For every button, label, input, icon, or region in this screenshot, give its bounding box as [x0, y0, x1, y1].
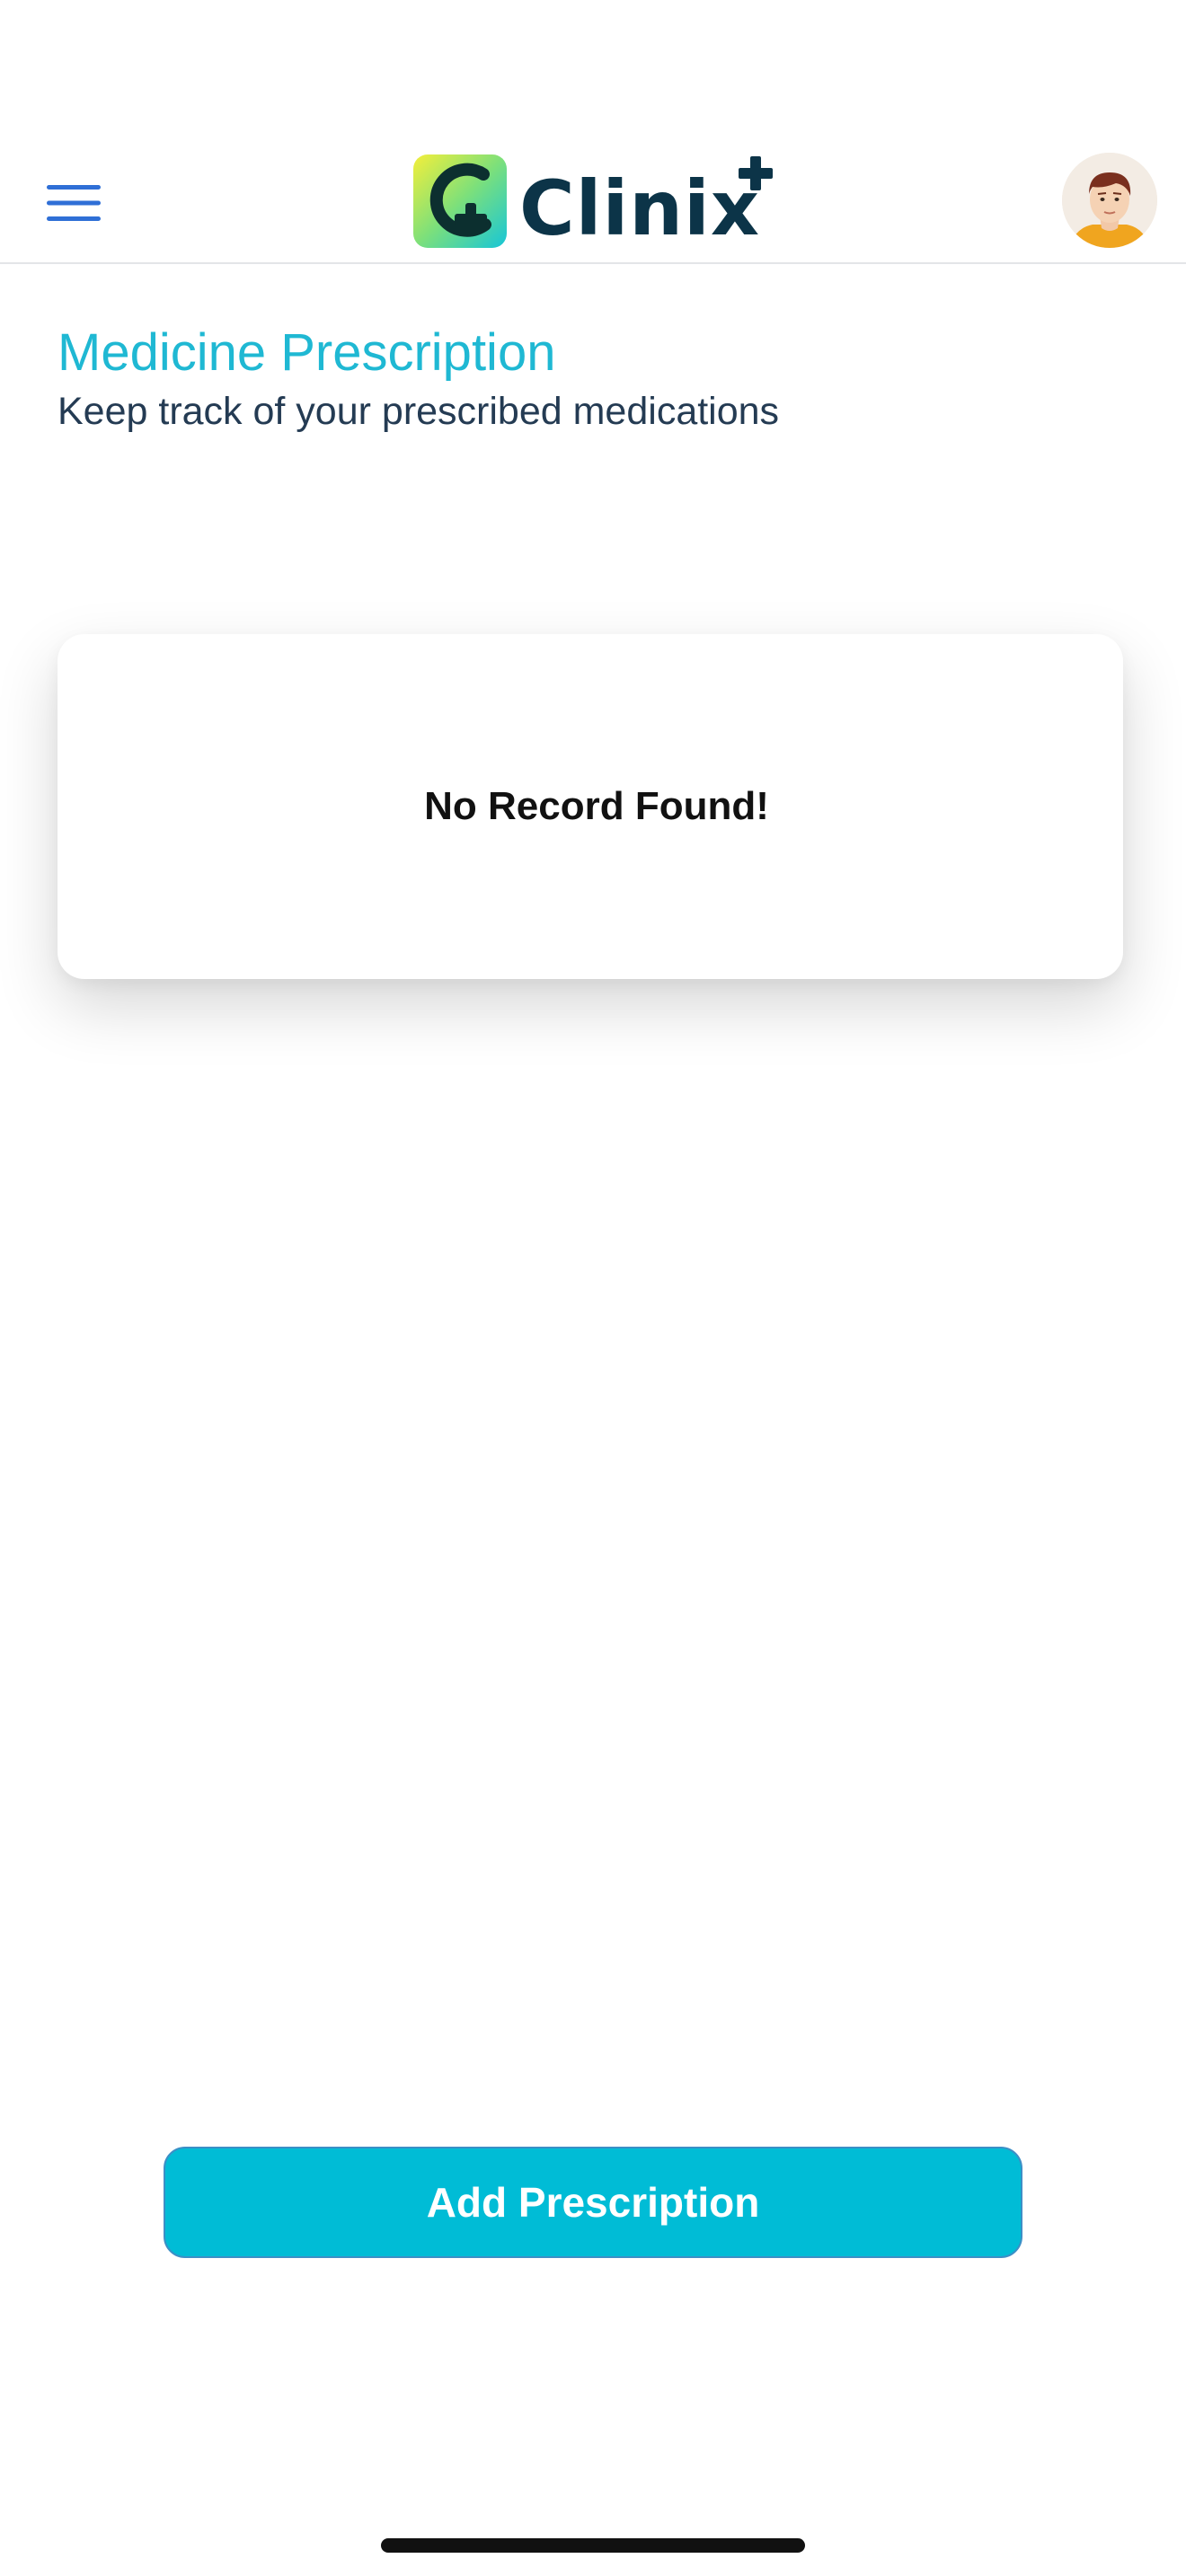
hamburger-menu-icon [47, 185, 101, 221]
brand-name: Clinix [519, 164, 761, 252]
add-prescription-button[interactable]: Add Prescription [164, 2147, 1022, 2258]
plus-icon [739, 156, 773, 190]
clinix-logo-icon [413, 154, 507, 248]
avatar-icon [1062, 153, 1157, 248]
brand-logo: Clinix [413, 154, 791, 252]
user-avatar[interactable] [1062, 153, 1157, 248]
page-title: Medicine Prescription [58, 323, 556, 382]
home-indicator [381, 2538, 805, 2553]
page-subtitle: Keep track of your prescribed medication… [58, 390, 780, 433]
prescription-list-empty-card: No Record Found! [58, 634, 1123, 979]
status-bar [0, 0, 1186, 135]
empty-state-message: No Record Found! [424, 784, 769, 828]
app-header: Clinix [0, 135, 1186, 264]
menu-button[interactable] [47, 183, 101, 223]
